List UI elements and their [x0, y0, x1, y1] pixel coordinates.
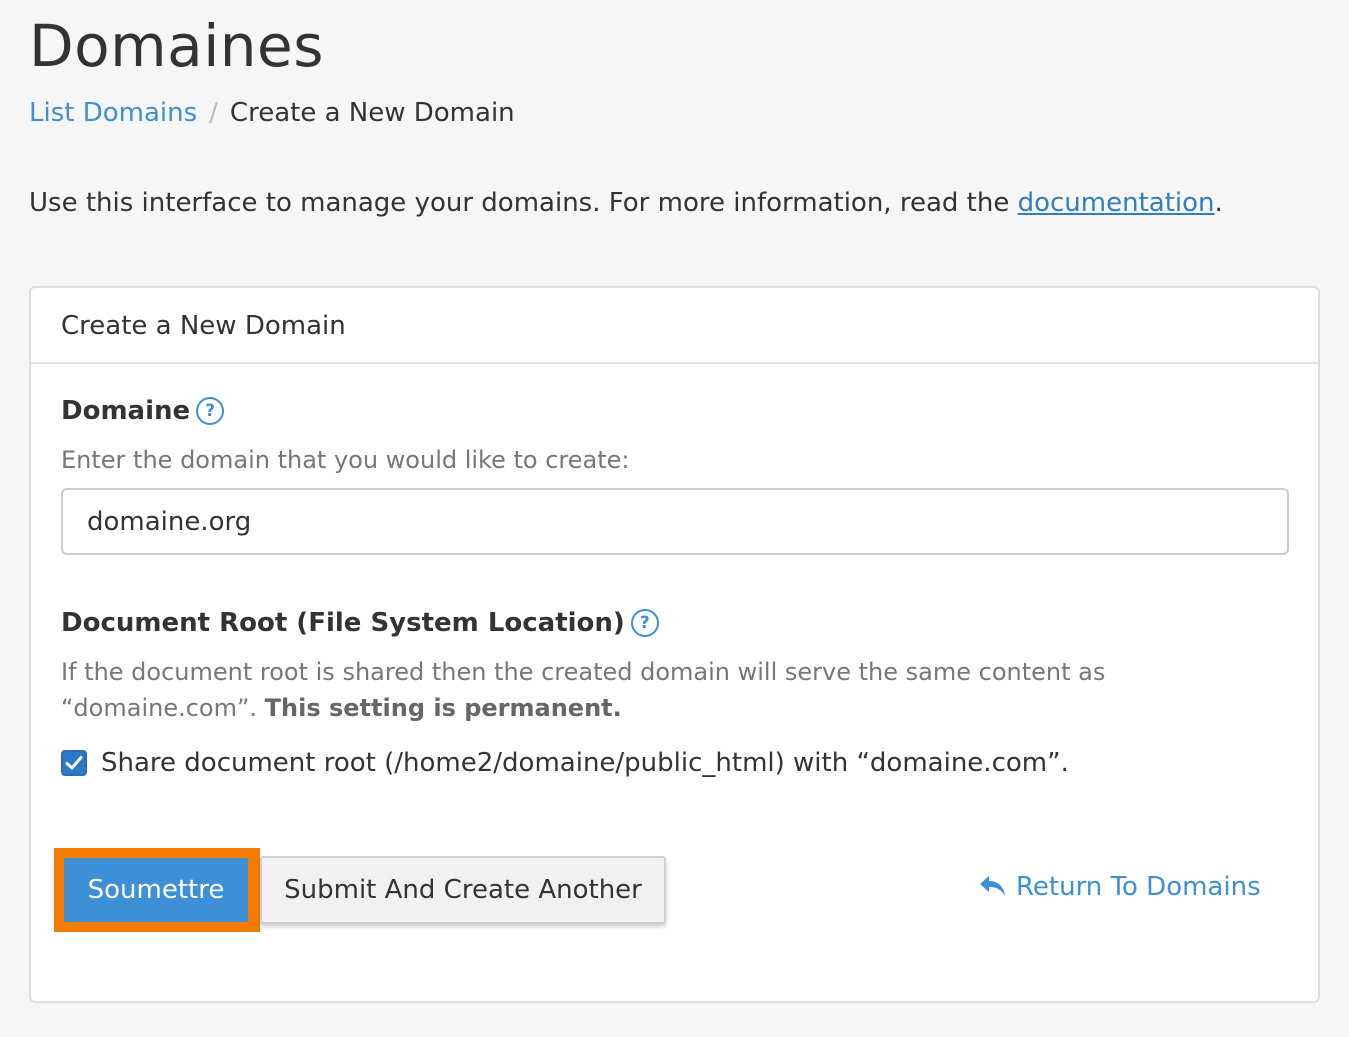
intro-text-body: Use this interface to manage your domain… — [29, 188, 1018, 218]
domain-help-text: Enter the domain that you would like to … — [61, 446, 630, 474]
docroot-help-text: If the document root is shared then the … — [61, 654, 1105, 726]
docroot-label-text: Document Root (File System Location) — [61, 608, 625, 638]
domain-label: Domaine? — [61, 396, 225, 426]
domain-input[interactable] — [61, 488, 1289, 555]
breadcrumb: List Domains / Create a New Domain — [29, 98, 515, 128]
docroot-help-line-1: If the document root is shared then the … — [61, 658, 1106, 686]
question-circle-icon[interactable]: ? — [196, 397, 225, 425]
submit-button[interactable]: Soumettre — [64, 858, 248, 922]
return-to-domains-label: Return To Domains — [1016, 872, 1261, 902]
reply-arrow-icon — [980, 876, 1005, 896]
page-title: Domaines — [29, 12, 324, 80]
docroot-help-line-2: “domaine.com”. — [61, 694, 265, 722]
page: Domaines List Domains / Create a New Domai… — [0, 0, 1349, 1037]
share-docroot-checkbox[interactable] — [61, 750, 87, 776]
share-docroot-label[interactable]: Share document root (/home2/domaine/publ… — [101, 748, 1069, 778]
breadcrumb-current: Create a New Domain — [229, 98, 515, 128]
share-docroot-row: Share document root (/home2/domaine/publ… — [61, 748, 1069, 778]
panel-heading: Create a New Domain — [31, 288, 1318, 364]
breadcrumb-list-domains-link[interactable]: List Domains — [29, 98, 197, 128]
return-to-domains-link[interactable]: Return To Domains — [978, 872, 1261, 902]
docroot-label: Document Root (File System Location)? — [61, 608, 659, 638]
intro-text: Use this interface to manage your domain… — [29, 188, 1223, 218]
check-icon — [65, 756, 83, 770]
create-domain-panel: Create a New Domain Domaine? Enter the d… — [29, 286, 1320, 1003]
intro-text-suffix: . — [1214, 188, 1223, 218]
documentation-link[interactable]: documentation — [1018, 188, 1215, 218]
question-circle-icon[interactable]: ? — [630, 609, 659, 637]
submit-and-create-another-button[interactable]: Submit And Create Another — [260, 856, 666, 924]
submit-button-highlight: Soumettre — [54, 848, 260, 932]
domain-label-text: Domaine — [61, 396, 191, 426]
breadcrumb-separator: / — [209, 98, 218, 128]
docroot-permanent-note: This setting is permanent. — [264, 694, 622, 722]
